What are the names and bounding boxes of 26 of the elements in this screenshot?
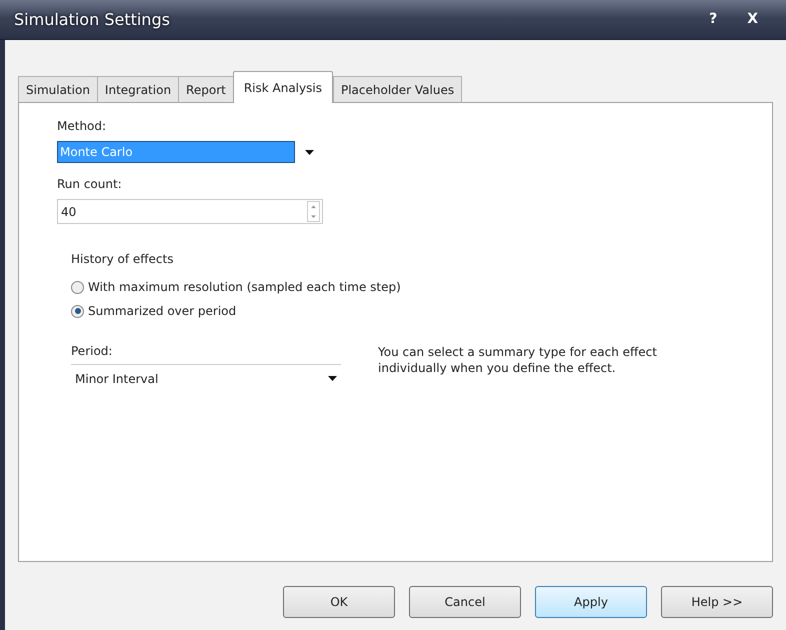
period-dropdown[interactable]: Minor Interval: [71, 364, 341, 392]
tab[interactable]: Report: [178, 76, 234, 102]
radio-button[interactable]: [71, 304, 84, 318]
tab[interactable]: Integration: [96, 76, 180, 102]
tab[interactable]: Placeholder Values: [332, 76, 462, 102]
spin-arrows-icon[interactable]: [307, 201, 320, 222]
close-button[interactable]: X: [747, 9, 758, 30]
dialog-button[interactable]: Help >>: [661, 586, 773, 618]
dialog-button[interactable]: Apply: [535, 586, 647, 618]
tab[interactable]: Simulation: [18, 76, 98, 102]
run-count-spinbox[interactable]: 40: [57, 199, 323, 224]
window-title: Simulation Settings: [14, 8, 170, 30]
note-text: You can select a summary type for each effect individually when you define the effect.: [378, 344, 658, 377]
run-count-label: Run count:: [57, 176, 123, 193]
history-label: History of effects: [71, 251, 174, 268]
radio-button[interactable]: [71, 280, 84, 294]
method-label: Method:: [57, 118, 108, 135]
dropdown-arrow-icon: [305, 150, 314, 154]
dialog-button[interactable]: OK: [283, 586, 395, 618]
help-button[interactable]: ?: [709, 9, 718, 30]
period-label: Period:: [71, 343, 114, 360]
tab[interactable]: Risk Analysis: [232, 71, 333, 103]
dropdown-arrow-icon: [328, 376, 337, 381]
radio-label: Summarized over period: [88, 303, 236, 320]
dialog-button[interactable]: Cancel: [409, 586, 521, 618]
radio-label: With maximum resolution (sampled each time step): [88, 279, 401, 296]
